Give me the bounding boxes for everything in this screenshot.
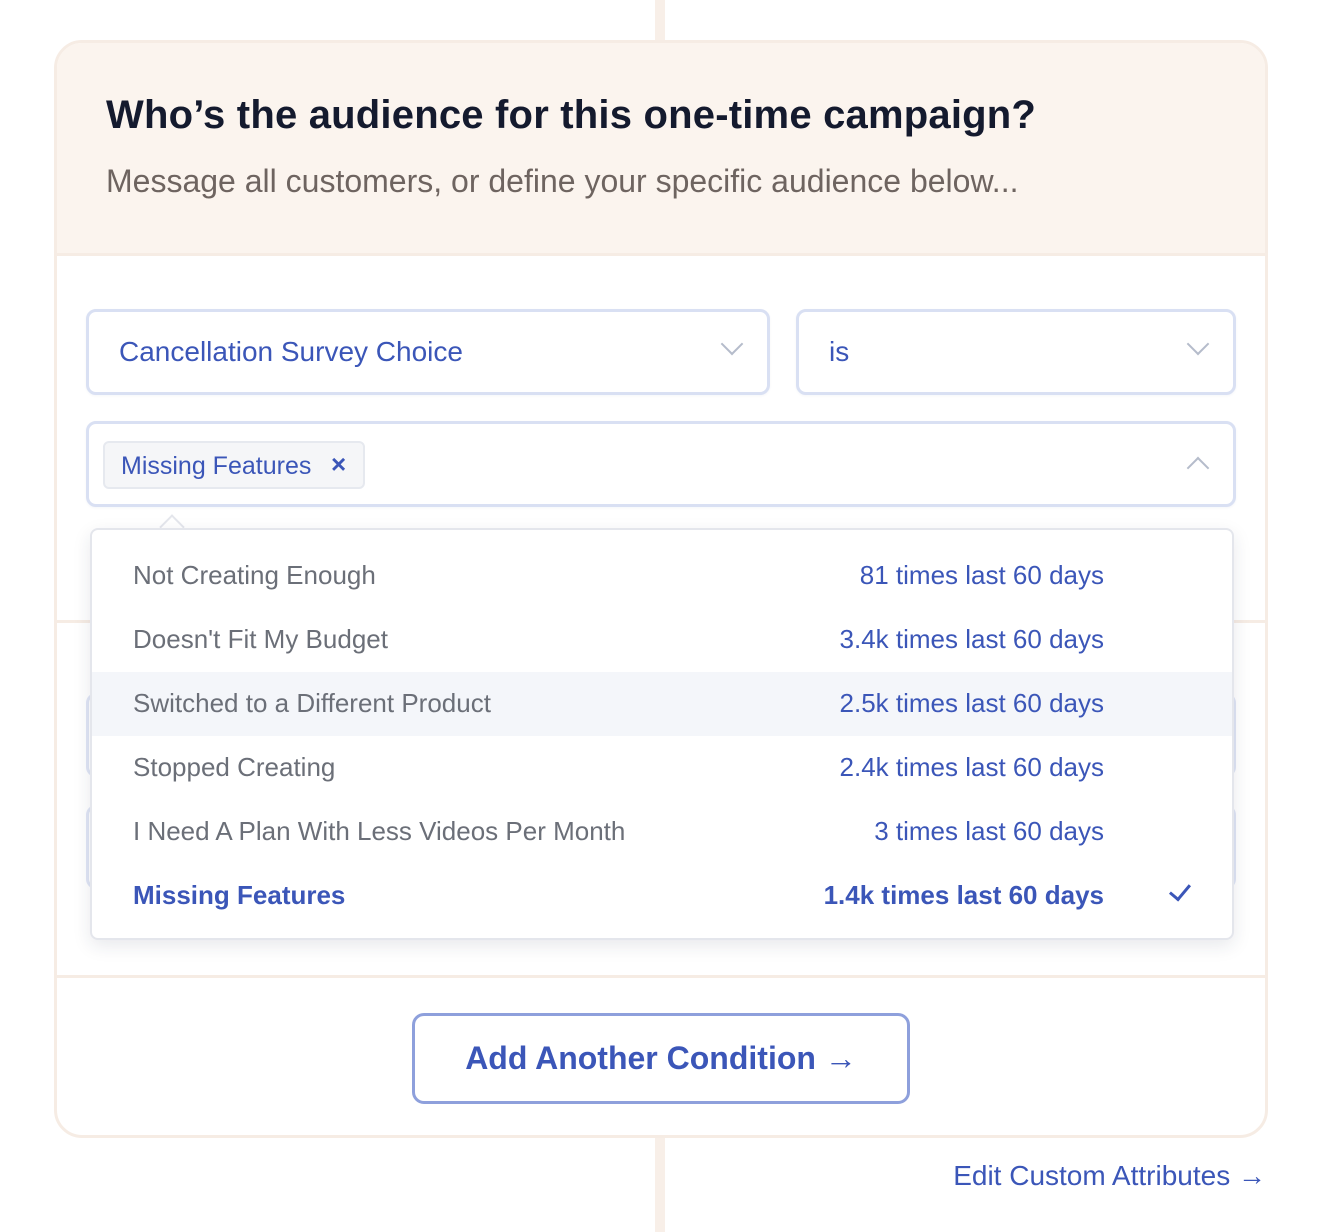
operator-select[interactable]: is (796, 309, 1236, 395)
option-label: Not Creating Enough (133, 560, 376, 590)
option-count: 1.4k times last 60 days (823, 880, 1104, 910)
option-label: Missing Features (133, 880, 346, 910)
option-count: 2.5k times last 60 days (839, 688, 1104, 718)
selected-tag: Missing Features × (103, 441, 365, 489)
page-subtitle: Message all customers, or define your sp… (106, 163, 1019, 199)
page-title: Who’s the audience for this one-time cam… (106, 93, 1037, 137)
connector-line-top (655, 0, 665, 42)
dropdown-option[interactable]: Doesn't Fit My Budget 3.4k times last 60… (92, 608, 1232, 672)
option-count: 3.4k times last 60 days (839, 624, 1104, 654)
actions-divider (57, 975, 1265, 978)
options-dropdown: Not Creating Enough 81 times last 60 day… (90, 528, 1234, 940)
operator-select-value: is (829, 336, 850, 367)
dropdown-option[interactable]: I Need A Plan With Less Videos Per Month… (92, 800, 1232, 864)
option-count: 2.4k times last 60 days (839, 752, 1104, 782)
option-label: I Need A Plan With Less Videos Per Month (133, 816, 626, 846)
edit-custom-attributes-link[interactable]: Edit Custom Attributes → (953, 1160, 1266, 1192)
dropdown-option[interactable]: Not Creating Enough 81 times last 60 day… (92, 544, 1232, 608)
dropdown-option-hovered[interactable]: Switched to a Different Product 2.5k tim… (92, 672, 1232, 736)
chevron-down-icon (720, 332, 744, 356)
chevron-down-icon (1186, 332, 1210, 356)
dropdown-option[interactable]: Stopped Creating 2.4k times last 60 days (92, 736, 1232, 800)
attribute-select[interactable]: Cancellation Survey Choice (86, 309, 770, 395)
value-multiselect[interactable]: Missing Features × (86, 421, 1236, 507)
chevron-up-icon[interactable] (1186, 456, 1210, 480)
connector-line-bottom (655, 1138, 665, 1232)
selected-tag-label: Missing Features (121, 452, 312, 480)
option-count: 81 times last 60 days (859, 560, 1104, 590)
add-condition-button[interactable]: Add Another Condition → (412, 1013, 910, 1104)
option-label: Stopped Creating (133, 752, 336, 782)
option-count: 3 times last 60 days (874, 816, 1104, 846)
close-icon[interactable]: × (331, 449, 346, 480)
dropdown-option-selected[interactable]: Missing Features 1.4k times last 60 days (92, 864, 1232, 928)
option-label: Switched to a Different Product (133, 688, 491, 718)
attribute-select-value: Cancellation Survey Choice (119, 336, 463, 367)
card-header: Who’s the audience for this one-time cam… (57, 43, 1265, 256)
checkmark-icon (1168, 878, 1192, 902)
option-label: Doesn't Fit My Budget (133, 624, 388, 654)
